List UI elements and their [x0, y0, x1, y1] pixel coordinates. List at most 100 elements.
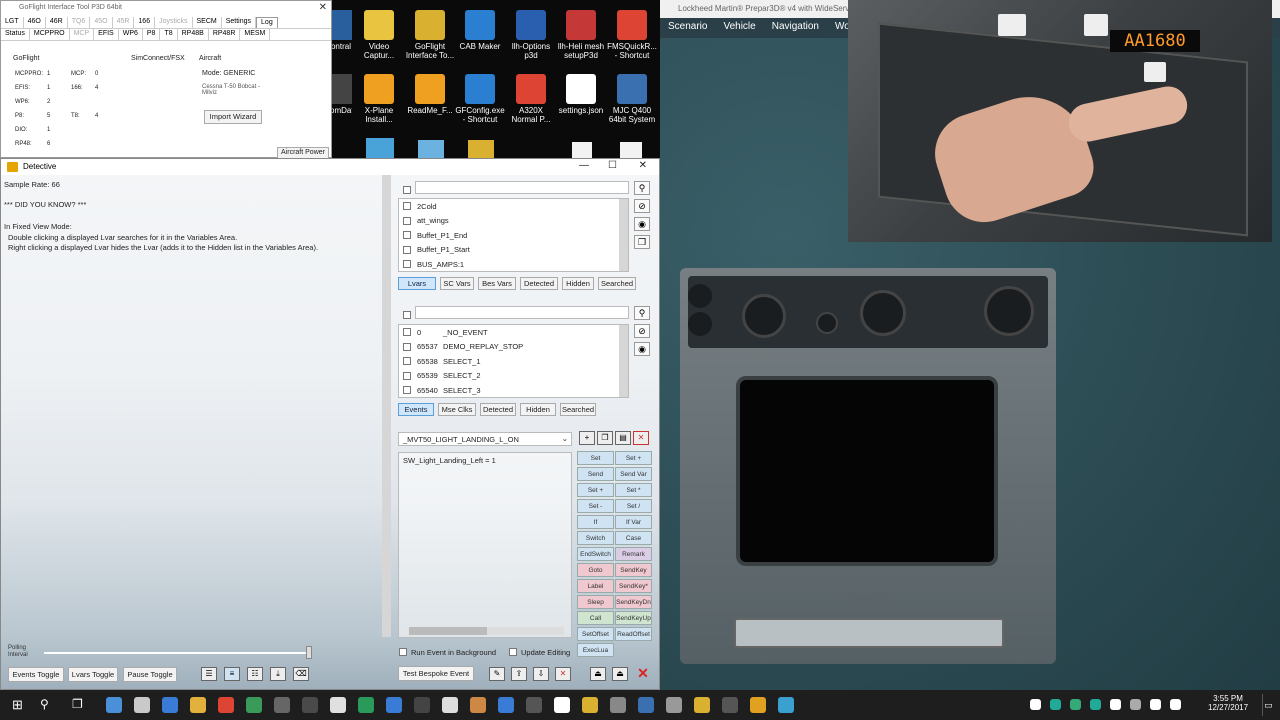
- command-button[interactable]: Set /: [615, 499, 652, 513]
- page-icon[interactable]: ▤: [615, 431, 631, 445]
- download-icon[interactable]: ⤓: [270, 667, 286, 681]
- taskbar-app-icon[interactable]: [302, 697, 318, 713]
- event-row[interactable]: 65537 DEMO_REPLAY_STOP: [399, 340, 628, 355]
- gft-tab[interactable]: TQ6: [68, 17, 91, 28]
- binoculars-icon[interactable]: ⚲: [634, 306, 650, 320]
- command-button[interactable]: SendKeyUp: [615, 611, 652, 625]
- start-icon[interactable]: ⊞: [12, 697, 28, 713]
- lvar-scrollbar[interactable]: [619, 199, 628, 271]
- gft-tab[interactable]: 45O: [90, 17, 113, 28]
- command-button[interactable]: If Var: [615, 515, 652, 529]
- taskbar-app-icon[interactable]: [358, 697, 374, 713]
- add-icon[interactable]: +: [579, 431, 595, 445]
- lvar-checkbox[interactable]: [403, 260, 411, 269]
- delete-icon[interactable]: ✕: [555, 667, 571, 681]
- command-button[interactable]: Set: [577, 451, 614, 465]
- command-button[interactable]: Goto: [577, 563, 614, 577]
- gft-subtab[interactable]: RP48B: [178, 29, 209, 40]
- var-tab[interactable]: Hidden: [562, 277, 594, 290]
- clock[interactable]: 3:55 PM 12/27/2017: [1208, 694, 1248, 712]
- event-tab[interactable]: Mse Clks: [438, 403, 476, 416]
- eject-icon[interactable]: ⏏: [590, 667, 606, 681]
- command-button[interactable]: SetOffset: [577, 627, 614, 641]
- delete-icon[interactable]: ✕: [633, 431, 649, 445]
- var-tab[interactable]: Lvars: [398, 277, 436, 290]
- gft-tab[interactable]: Log: [256, 17, 278, 28]
- tray-icon[interactable]: [1110, 699, 1121, 710]
- lvar-search-input[interactable]: [415, 181, 629, 194]
- command-button[interactable]: Call: [577, 611, 614, 625]
- event-select-all-checkbox[interactable]: [403, 311, 411, 319]
- gft-subtab[interactable]: Status: [1, 29, 30, 40]
- command-button[interactable]: Set +: [577, 483, 614, 497]
- desktop-icon[interactable]: A320X Normal P...: [505, 70, 557, 132]
- gft-subtab[interactable]: EFIS: [94, 29, 119, 40]
- desktop-icon[interactable]: llh-Heli mesh setupP3d: [555, 6, 607, 68]
- gft-tab[interactable]: 46R: [46, 17, 68, 28]
- gft-subtab[interactable]: MCP: [70, 29, 95, 40]
- gft-tab[interactable]: 166: [134, 17, 156, 28]
- event-checkbox[interactable]: [403, 342, 411, 351]
- taskbar-app-icon[interactable]: [554, 697, 570, 713]
- lvar-row[interactable]: att_wings: [399, 214, 628, 229]
- event-dropdown[interactable]: _MVT50_LIGHT_LANDING_L_ON ⌄: [398, 432, 572, 446]
- command-button[interactable]: Label: [577, 579, 614, 593]
- lines-icon[interactable]: ≡: [224, 667, 240, 681]
- tray-icon[interactable]: [1170, 699, 1181, 710]
- hide-icon[interactable]: ⊘: [634, 199, 650, 213]
- gft-tab[interactable]: 46O: [24, 17, 46, 28]
- run-background-checkbox[interactable]: [399, 648, 407, 656]
- save-icon[interactable]: ⏏: [612, 667, 628, 681]
- desktop-icon[interactable]: settings.json: [555, 70, 607, 132]
- lvar-checkbox[interactable]: [403, 231, 411, 240]
- taskbar-app-icon[interactable]: [498, 697, 514, 713]
- lvar-checkbox[interactable]: [403, 202, 411, 211]
- command-button[interactable]: If: [577, 515, 614, 529]
- test-bespoke-button[interactable]: Test Bespoke Event: [398, 666, 474, 681]
- desktop-icon[interactable]: GFConfig.exe - Shortcut: [454, 70, 506, 132]
- toggle-button[interactable]: Events Toggle: [8, 667, 64, 682]
- lvar-checkbox[interactable]: [403, 216, 411, 225]
- lvar-checkbox[interactable]: [403, 245, 411, 254]
- command-button[interactable]: EndSwitch: [577, 547, 614, 561]
- output-scrollbar[interactable]: [382, 175, 391, 637]
- command-button[interactable]: Send: [577, 467, 614, 481]
- desktop-icon[interactable]: omData: [330, 70, 352, 132]
- tray-icon[interactable]: [1050, 699, 1061, 710]
- command-button[interactable]: ExecLua: [577, 643, 614, 657]
- hide-icon[interactable]: ⊘: [634, 324, 650, 338]
- task-view-icon[interactable]: ❐: [72, 697, 88, 713]
- var-tab[interactable]: SC Vars: [440, 277, 474, 290]
- taskbar-app-icon[interactable]: [750, 697, 766, 713]
- taskbar-app-icon[interactable]: [134, 697, 150, 713]
- close-icon[interactable]: ✕: [639, 160, 647, 171]
- command-button[interactable]: Set *: [615, 483, 652, 497]
- taskbar-app-icon[interactable]: [106, 697, 122, 713]
- taskbar-app-icon[interactable]: [442, 697, 458, 713]
- taskbar-app-icon[interactable]: [722, 697, 738, 713]
- desktop-icon[interactable]: Video Captur...: [353, 6, 405, 68]
- command-button[interactable]: Remark: [615, 547, 652, 561]
- gft-tab[interactable]: Settings: [222, 17, 257, 28]
- lvar-row[interactable]: Buffet_P1_Start: [399, 243, 628, 258]
- tray-icon[interactable]: [1150, 699, 1161, 710]
- gft-tab[interactable]: Joysticks: [155, 17, 193, 28]
- var-tab[interactable]: Bes Vars: [478, 277, 516, 290]
- event-tab[interactable]: Events: [398, 403, 434, 416]
- command-button[interactable]: SendKey*: [615, 579, 652, 593]
- taskbar-app-icon[interactable]: [218, 697, 234, 713]
- event-search-input[interactable]: [415, 306, 629, 319]
- taskbar-app-icon[interactable]: [694, 697, 710, 713]
- taskbar-app-icon[interactable]: [386, 697, 402, 713]
- gft-tab[interactable]: 45R: [113, 17, 135, 28]
- desktop-icon[interactable]: FMSQuickR... - Shortcut: [606, 6, 658, 68]
- event-checkbox[interactable]: [403, 371, 411, 380]
- gft-subtab[interactable]: WP6: [119, 29, 143, 40]
- table-icon[interactable]: ☷: [247, 667, 263, 681]
- eye-icon[interactable]: ◉: [634, 342, 650, 356]
- p3d-menu-item[interactable]: Vehicle: [715, 18, 763, 38]
- command-button[interactable]: Set +: [615, 451, 652, 465]
- eraser-icon[interactable]: ⌫: [293, 667, 309, 681]
- event-checkbox[interactable]: [403, 386, 411, 395]
- taskbar-app-icon[interactable]: [526, 697, 542, 713]
